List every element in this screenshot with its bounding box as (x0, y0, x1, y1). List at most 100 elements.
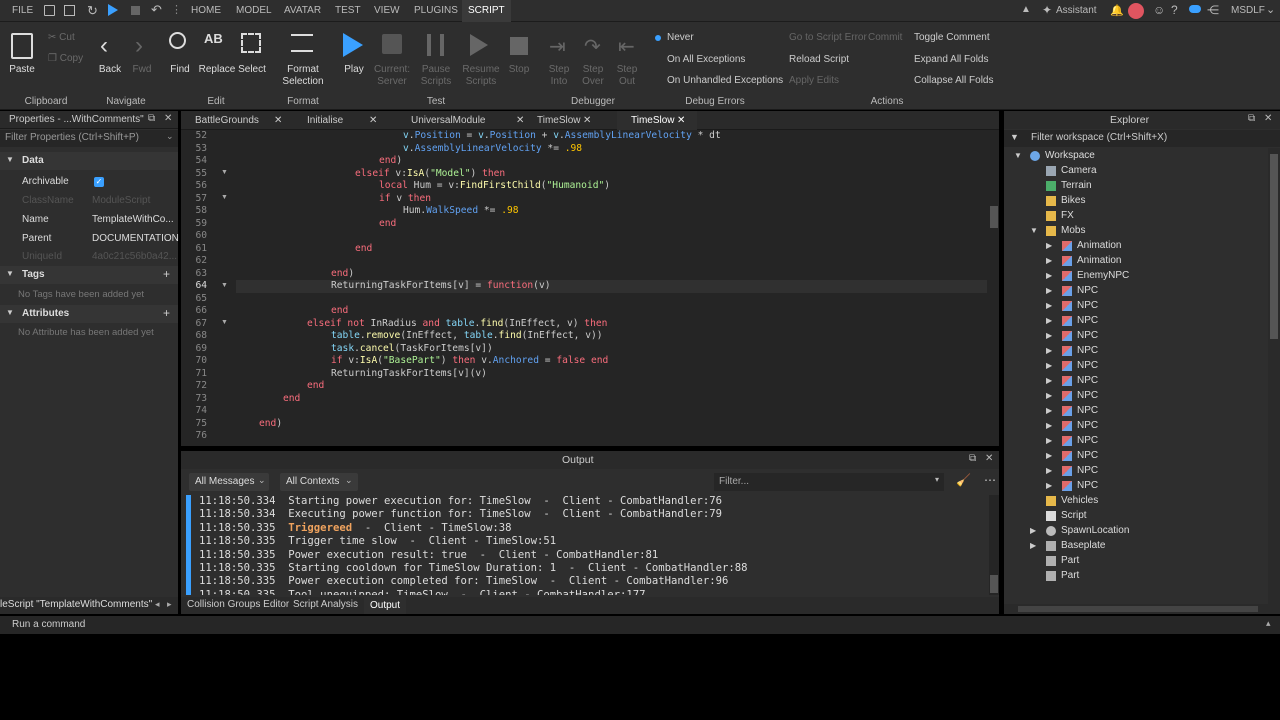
float-icon[interactable]: ⧉ (148, 113, 155, 124)
scrollbar-thumb[interactable] (1270, 154, 1278, 339)
code-area[interactable]: v.Position = v.Position + v.AssemblyLine… (236, 130, 987, 446)
tab-collision-groups-editor[interactable]: Collision Groups Editor (187, 599, 289, 610)
play-icon[interactable] (108, 4, 118, 16)
explorer-hscrollbar[interactable] (1004, 604, 1280, 614)
find-button[interactable]: Find (164, 64, 196, 76)
collapse-ribbon-icon[interactable]: ▲ (1021, 4, 1031, 15)
resume-scripts-button[interactable]: Resume Scripts (459, 64, 503, 88)
step-over-button[interactable]: Step Over (578, 64, 608, 88)
pause-scripts-button[interactable]: Pause Scripts (416, 64, 456, 88)
step-out-button[interactable]: Step Out (612, 64, 642, 88)
forward-button[interactable]: Fwd (128, 64, 156, 76)
back-button[interactable]: Back (96, 64, 124, 76)
avatar[interactable] (1128, 3, 1144, 19)
output-scrollbar[interactable] (989, 495, 999, 595)
close-icon[interactable]: ✕ (274, 111, 282, 130)
tree-item[interactable]: ▶ NPC (1004, 298, 1268, 313)
tree-item[interactable]: ▶ NPC (1004, 373, 1268, 388)
expand-arrow-icon[interactable]: ▼ (1030, 223, 1038, 238)
collapse-arrow-icon[interactable]: ▶ (1046, 418, 1052, 433)
menu-home[interactable]: HOME (191, 0, 221, 22)
output-line[interactable]: 11:18:50.334 Executing power function fo… (199, 508, 722, 521)
tree-item[interactable]: ▶ NPC (1004, 418, 1268, 433)
collapse-arrow-icon[interactable]: ▶ (1046, 283, 1052, 298)
fold-arrow-icon[interactable]: ▼ (221, 169, 228, 176)
output-line[interactable]: 11:18:50.335 Starting cooldown for TimeS… (199, 562, 748, 575)
float-icon[interactable]: ⧉ (969, 453, 976, 464)
tree-item[interactable]: ▼ Mobs (1004, 223, 1268, 238)
tree-item[interactable]: ▶ NPC (1004, 403, 1268, 418)
output-log[interactable]: 11:18:50.334 Starting power execution fo… (199, 495, 985, 595)
apply-edits-button[interactable]: Apply Edits (789, 75, 839, 86)
menu-file[interactable]: FILE (12, 0, 33, 22)
output-line[interactable]: 11:18:50.335 Power execution completed f… (199, 575, 728, 588)
tree-item[interactable]: ▶ NPC (1004, 433, 1268, 448)
tab-timeslow-2[interactable]: TimeSlow ✕ (617, 111, 697, 130)
tree-item[interactable]: ▶ Animation (1004, 253, 1268, 268)
chevron-right-icon[interactable]: ▸ (167, 599, 172, 610)
tree-item[interactable]: Script (1004, 508, 1268, 523)
more-options-icon[interactable]: ⋯ (984, 473, 996, 487)
command-bar[interactable]: Run a command ▴ (0, 616, 1280, 634)
attributes-section-header[interactable]: ▼ Attributes + (0, 305, 178, 323)
menu-avatar[interactable]: AVATAR (284, 0, 321, 22)
chevron-down-icon[interactable]: ▾ (935, 475, 939, 484)
scrollbar-thumb[interactable] (1018, 606, 1258, 612)
menu-view[interactable]: VIEW (374, 0, 400, 22)
output-line[interactable]: 11:18:50.334 Starting power execution fo… (199, 495, 722, 508)
close-icon[interactable]: ✕ (369, 111, 377, 130)
collapse-arrow-icon[interactable]: ▶ (1046, 298, 1052, 313)
copy-button[interactable]: ❐ Copy (48, 53, 88, 65)
expand-arrow-icon[interactable]: ▼ (1014, 148, 1022, 163)
output-filter-input[interactable]: Filter... ▾ (714, 473, 944, 491)
reload-script-button[interactable]: Reload Script (789, 54, 849, 65)
chevron-down-icon[interactable]: ⌄ (166, 131, 174, 142)
tree-item[interactable]: Terrain (1004, 178, 1268, 193)
output-line[interactable]: 11:18:50.335 Tool unequipped: TimeSlow -… (199, 589, 645, 595)
tree-item[interactable]: ▶ NPC (1004, 448, 1268, 463)
more-icon[interactable]: ⋮ (171, 3, 182, 16)
scrollbar-thumb[interactable] (990, 206, 998, 228)
output-line[interactable]: 11:18:50.335 Power execution result: tru… (199, 549, 658, 562)
collapse-arrow-icon[interactable]: ▶ (1030, 523, 1036, 538)
replace-button[interactable]: Replace (198, 64, 236, 76)
user-name[interactable]: MSDLF (1231, 0, 1265, 22)
collapse-arrow-icon[interactable]: ▶ (1046, 328, 1052, 343)
paste-button[interactable]: Paste (6, 64, 38, 76)
tree-item[interactable]: ▶ NPC (1004, 463, 1268, 478)
play-button[interactable]: Play (338, 64, 370, 76)
format-selection-button[interactable]: Format Selection (278, 64, 328, 88)
fold-arrow-icon[interactable]: ▼ (221, 319, 228, 326)
tree-item[interactable]: Part (1004, 553, 1268, 568)
tree-item[interactable]: ▼ Workspace (1004, 148, 1268, 163)
menu-model[interactable]: MODEL (236, 0, 272, 22)
assistant-icon[interactable]: ✦ (1042, 3, 1052, 17)
collapse-all-folds-button[interactable]: Collapse All Folds (914, 75, 993, 86)
explorer-scrollbar[interactable] (1268, 148, 1280, 604)
close-icon[interactable]: ✕ (164, 113, 172, 124)
stop-icon[interactable] (131, 6, 140, 15)
close-icon[interactable]: ✕ (583, 111, 591, 130)
script-editor[interactable]: BattleGrounds ✕ Initialise ✕ UniversalModu… (181, 111, 999, 446)
collapse-arrow-icon[interactable]: ▶ (1046, 238, 1052, 253)
step-into-button[interactable]: Step Into (544, 64, 574, 88)
never-radio[interactable] (655, 35, 661, 41)
select-button[interactable]: Select (236, 64, 268, 76)
close-icon[interactable]: ✕ (677, 111, 685, 130)
data-section-header[interactable]: ▼ Data (0, 152, 178, 170)
archivable-checkbox[interactable]: ✓ (94, 177, 104, 187)
tab-universalmodule[interactable]: UniversalModule ✕ (397, 111, 524, 130)
collapse-arrow-icon[interactable]: ▶ (1046, 253, 1052, 268)
menu-test[interactable]: TEST (335, 0, 361, 22)
tree-item[interactable]: ▶ Baseplate (1004, 538, 1268, 553)
tree-item[interactable]: ▶ NPC (1004, 478, 1268, 493)
tree-item[interactable]: ▶ NPC (1004, 388, 1268, 403)
chevron-down-icon[interactable]: ⌄ (1266, 3, 1275, 16)
tab-script-analysis[interactable]: Script Analysis (293, 599, 358, 610)
tab-initialise[interactable]: Initialise ✕ (293, 111, 383, 130)
tree-item[interactable]: ▶ NPC (1004, 343, 1268, 358)
collapse-arrow-icon[interactable]: ▶ (1046, 478, 1052, 493)
chevron-up-icon[interactable]: ▴ (1266, 618, 1271, 629)
float-icon[interactable]: ⧉ (1248, 113, 1255, 124)
goto-script-error-button[interactable]: Go to Script Error (789, 32, 867, 43)
